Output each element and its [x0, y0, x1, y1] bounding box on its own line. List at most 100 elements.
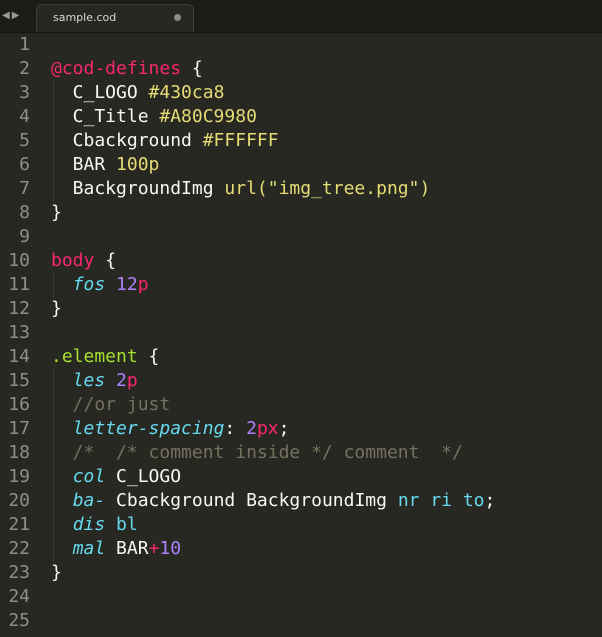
- code-line[interactable]: 18 /* /* comment inside */ comment */: [0, 441, 602, 465]
- code-line[interactable]: 4 C_Title #A80C9980: [0, 105, 602, 129]
- code-token: C_LOGO: [105, 466, 182, 487]
- code-text: }: [51, 561, 62, 585]
- code-line[interactable]: 7 BackgroundImg url("img_tree.png"): [0, 177, 602, 201]
- nav-forward-icon[interactable]: ▶: [12, 10, 20, 22]
- code-token: 2: [116, 370, 127, 391]
- code-line[interactable]: 11 fos 12p: [0, 273, 602, 297]
- code-token: p: [126, 370, 138, 391]
- code-token: {: [94, 250, 117, 271]
- line-number: 9: [19, 226, 30, 247]
- code-token: Cbackground: [51, 130, 203, 151]
- code-token: 100p: [116, 154, 160, 175]
- code-line[interactable]: 12}: [0, 297, 602, 321]
- code-line[interactable]: 16 //or just: [0, 393, 602, 417]
- code-line[interactable]: 23}: [0, 561, 602, 585]
- code-line[interactable]: 10 body {: [0, 249, 602, 273]
- code-text: dis bl: [51, 513, 138, 537]
- code-line[interactable]: 13: [0, 321, 602, 345]
- code-token: p: [137, 274, 149, 295]
- code-token: }: [51, 202, 62, 223]
- code-line[interactable]: 6 BAR 100p: [0, 153, 602, 177]
- code-line[interactable]: 2 @cod-defines {: [0, 57, 602, 81]
- code-token: }: [51, 562, 62, 583]
- code-token: :: [224, 418, 247, 439]
- code-text: BAR 100p: [51, 153, 160, 177]
- code-text: }: [51, 201, 62, 225]
- code-line[interactable]: 9: [0, 225, 602, 249]
- code-token: .element: [51, 346, 138, 367]
- code-line[interactable]: 25: [0, 609, 602, 633]
- code-text: mal BAR+10: [51, 537, 181, 561]
- line-number: 12: [8, 298, 30, 319]
- code-token: mal: [72, 538, 106, 559]
- unsaved-dot-icon[interactable]: [174, 14, 181, 21]
- line-number: 8: [19, 202, 30, 223]
- code-token: ;: [484, 490, 496, 511]
- code-text: BackgroundImg url("img_tree.png"): [51, 177, 431, 201]
- code-line[interactable]: 14 .element {: [0, 345, 602, 369]
- code-text: .element {: [51, 345, 159, 369]
- line-number: 21: [8, 514, 30, 535]
- code-token: /* /* comment inside */ comment */: [51, 442, 463, 463]
- code-token: BAR: [105, 538, 149, 559]
- code-token: +: [148, 538, 160, 559]
- code-token: BackgroundImg: [51, 178, 225, 199]
- line-number: 1: [19, 34, 30, 55]
- code-token: BAR: [51, 154, 117, 175]
- code-line[interactable]: 19 col C_LOGO: [0, 465, 602, 489]
- code-text: fos 12p: [51, 273, 149, 297]
- line-number: 18: [8, 442, 30, 463]
- line-number: 14: [8, 346, 30, 367]
- code-text: ba- Cbackground BackgroundImg nr ri to;: [51, 489, 496, 513]
- tab-nav: ◀ ▶: [0, 6, 28, 26]
- line-number: 5: [19, 130, 30, 151]
- code-token: }: [51, 298, 62, 319]
- code-line[interactable]: 1: [0, 33, 602, 57]
- line-number: 11: [8, 274, 30, 295]
- code-line[interactable]: 24: [0, 585, 602, 609]
- code-line[interactable]: 21 dis bl: [0, 513, 602, 537]
- code-token: px: [256, 418, 279, 439]
- code-token: les: [72, 370, 106, 391]
- code-token: C_Title: [51, 106, 160, 127]
- code-line[interactable]: 5 Cbackground #FFFFFF: [0, 129, 602, 153]
- code-text: letter-spacing: 2px;: [51, 417, 290, 441]
- code-text: les 2p: [51, 369, 138, 393]
- code-token: #430ca8: [148, 82, 225, 103]
- line-number: 19: [8, 466, 30, 487]
- line-number: 6: [19, 154, 30, 175]
- line-number: 2: [19, 58, 30, 79]
- code-token: #A80C9980: [159, 106, 257, 127]
- line-number: 7: [19, 178, 30, 199]
- code-token: fos: [72, 274, 106, 295]
- code-line[interactable]: 22 mal BAR+10: [0, 537, 602, 561]
- code-line[interactable]: 15 les 2p: [0, 369, 602, 393]
- line-number: 15: [8, 370, 30, 391]
- line-number: 3: [19, 82, 30, 103]
- code-token: Cbackground BackgroundImg: [105, 490, 398, 511]
- code-text: @cod-defines {: [51, 57, 203, 81]
- nav-back-icon[interactable]: ◀: [2, 10, 10, 22]
- tab-sample-cod[interactable]: sample.cod: [36, 4, 194, 32]
- code-line[interactable]: 8}: [0, 201, 602, 225]
- code-line[interactable]: 3 C_LOGO #430ca8: [0, 81, 602, 105]
- tab-bar: ◀ ▶ sample.cod: [0, 0, 602, 33]
- code-text: body {: [51, 249, 116, 273]
- code-token: 10: [159, 538, 182, 559]
- code-line[interactable]: 17 letter-spacing: 2px;: [0, 417, 602, 441]
- line-number: 22: [8, 538, 30, 559]
- code-line[interactable]: 20 ba- Cbackground BackgroundImg nr ri t…: [0, 489, 602, 513]
- code-token: {: [137, 346, 160, 367]
- code-token: dis: [72, 514, 106, 535]
- line-number: 10: [8, 250, 30, 271]
- line-number: 16: [8, 394, 30, 415]
- code-token: url("img_tree.png"): [224, 178, 431, 199]
- code-editor[interactable]: 1 2 @cod-defines {3 C_LOGO #430ca8 4 C_Titl…: [0, 33, 602, 637]
- code-token: C_LOGO: [51, 82, 149, 103]
